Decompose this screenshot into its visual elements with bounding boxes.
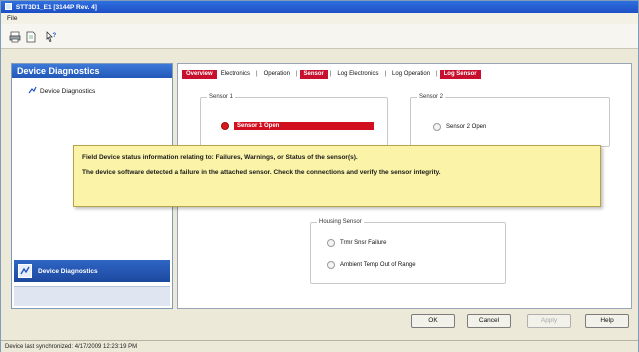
sensor2-group: Sensor 2 Sensor 2 Open <box>410 94 610 147</box>
left-pane-header: Device Diagnostics <box>12 64 172 78</box>
sensor1-open-label: Sensor 1 Open <box>234 122 374 130</box>
nav-button-label: Device Diagnostics <box>38 267 98 275</box>
sensor1-open-indicator: Sensor 1 Open <box>221 122 374 130</box>
apply-button[interactable]: Apply <box>527 314 571 328</box>
tab-operation[interactable]: Operation <box>260 70 294 79</box>
diagnostics-tree-icon <box>28 86 37 97</box>
app-window: STT3D1_E1 [3144P Rev. 4] File ? Device D… <box>0 0 639 352</box>
dialog-button-row: OK Cancel Apply Help <box>1 314 638 328</box>
sensor1-group-label: Sensor 1 <box>207 94 236 100</box>
cancel-button[interactable]: Cancel <box>467 314 511 328</box>
tab-electronics[interactable]: Electronics <box>217 70 254 79</box>
status-led-icon <box>327 261 335 269</box>
housing-sensor-group: Housing Sensor Trmr Snsr Failure Ambient… <box>310 219 506 284</box>
tab-sensor[interactable]: Sensor <box>299 69 328 79</box>
status-led-icon <box>433 123 441 131</box>
tooltip-line-1: Field Device status information relating… <box>82 154 358 161</box>
tree-item-device-diagnostics[interactable]: Device Diagnostics <box>28 86 95 97</box>
document-icon[interactable] <box>23 29 38 44</box>
help-button[interactable]: Help <box>585 314 629 328</box>
menu-file[interactable]: File <box>7 15 17 22</box>
info-tooltip: Field Device status information relating… <box>73 145 601 207</box>
status-sync-text: Device last synchronized: 4/17/2009 12:2… <box>5 344 138 350</box>
toolbar: ? <box>1 24 638 49</box>
sensor2-group-label: Sensor 2 <box>417 94 446 100</box>
sensor1-group: Sensor 1 Sensor 1 Open <box>200 94 388 147</box>
print-icon[interactable] <box>7 29 22 44</box>
tab-log-sensor[interactable]: Log Sensor <box>439 69 481 79</box>
nav-button-device-diagnostics[interactable]: Device Diagnostics <box>14 260 170 282</box>
app-icon <box>5 3 12 10</box>
tab-overview[interactable]: Overview <box>182 69 217 79</box>
diagnostics-nav-icon <box>18 264 32 278</box>
tab-log-electronics[interactable]: Log Electronics <box>333 70 382 79</box>
tree-item-label: Device Diagnostics <box>40 88 96 95</box>
tab-bar: Overview Electronics | Operation | Senso… <box>182 68 481 80</box>
window-title: STT3D1_E1 [3144P Rev. 4] <box>15 4 97 11</box>
status-led-icon <box>327 239 335 247</box>
housing-group-label: Housing Sensor <box>317 219 364 225</box>
title-bar: STT3D1_E1 [3144P Rev. 4] <box>1 1 638 13</box>
ok-button[interactable]: OK <box>411 314 455 328</box>
sensor2-open-label: Sensor 2 Open <box>446 124 487 130</box>
svg-text:?: ? <box>52 33 56 39</box>
help-pointer-icon[interactable]: ? <box>43 29 58 44</box>
housing-item-label: Trmr Snsr Failure <box>340 240 387 246</box>
housing-item-label: Ambient Temp Out of Range <box>340 262 416 268</box>
tooltip-line-2: The device software detected a failure i… <box>82 169 441 176</box>
status-bar: Device last synchronized: 4/17/2009 12:2… <box>1 340 638 352</box>
nav-strip <box>14 286 170 306</box>
tab-log-operation[interactable]: Log Operation <box>388 70 434 79</box>
housing-item: Ambient Temp Out of Range <box>327 261 416 269</box>
sensor2-open-indicator: Sensor 2 Open <box>433 123 486 131</box>
alarm-led-icon <box>221 122 229 130</box>
housing-item: Trmr Snsr Failure <box>327 239 386 247</box>
menu-bar: File <box>1 13 638 24</box>
